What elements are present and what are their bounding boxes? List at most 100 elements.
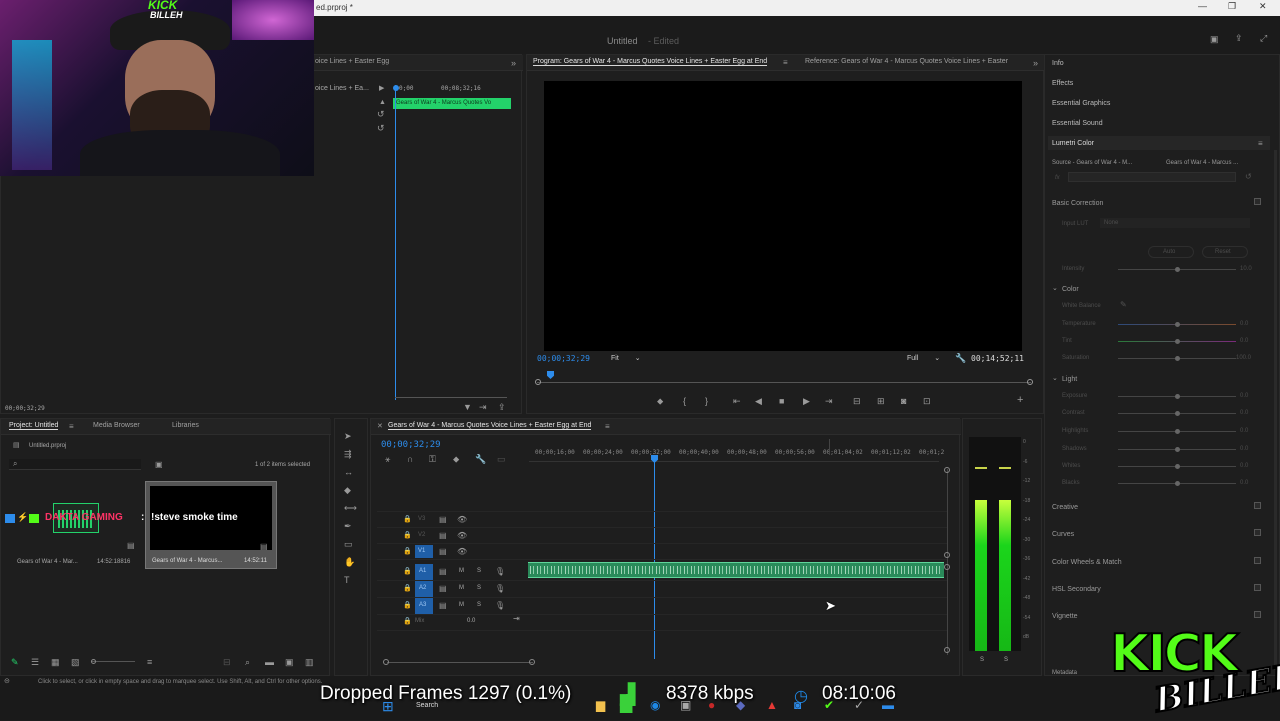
type-icon[interactable]: T xyxy=(344,575,350,585)
redo-icon[interactable]: ↺ xyxy=(377,123,385,133)
scrollbar-handle[interactable] xyxy=(944,552,950,558)
collapse-triangle-icon[interactable]: ▲ xyxy=(379,98,386,108)
slider-knob[interactable] xyxy=(1175,394,1180,399)
extract-icon[interactable]: ⊞ xyxy=(877,396,885,406)
scrollbar-handle[interactable] xyxy=(529,659,535,665)
workspace-icon[interactable]: ▣ xyxy=(1210,34,1219,44)
audio-clip[interactable] xyxy=(528,562,944,578)
panel-item-essential-graphics[interactable]: Essential Graphics xyxy=(1052,100,1110,107)
tint-slider[interactable] xyxy=(1118,339,1236,344)
go-to-in-icon[interactable]: ⇤ xyxy=(733,396,741,406)
program-playhead[interactable] xyxy=(547,371,554,379)
mute-button[interactable]: M xyxy=(459,568,464,574)
meter-solo-left[interactable]: S xyxy=(980,657,984,663)
microphone-icon[interactable]: 🎙 xyxy=(495,567,505,577)
lock-icon[interactable]: 🔒 xyxy=(403,531,412,541)
hsl-secondary-checkbox[interactable] xyxy=(1254,584,1261,591)
slider-knob[interactable] xyxy=(1175,322,1180,327)
expand-chevron-icon[interactable]: » xyxy=(1033,58,1038,68)
ripple-edit-icon[interactable]: ↔ xyxy=(344,467,353,477)
section-hsl-secondary[interactable]: HSL Secondary xyxy=(1052,586,1101,593)
minimize-button[interactable]: — xyxy=(1198,1,1207,11)
intensity-slider[interactable] xyxy=(1118,267,1236,272)
outlook-icon[interactable]: ◉ xyxy=(650,698,660,712)
shadows-slider[interactable] xyxy=(1118,447,1236,452)
track-label[interactable]: V3 xyxy=(415,513,433,526)
lock-icon[interactable]: 🔒 xyxy=(403,547,412,557)
source-tab[interactable]: oice Lines + Easter Egg xyxy=(315,58,389,65)
step-back-icon[interactable]: ◀ xyxy=(755,396,762,406)
solo-button[interactable]: S xyxy=(477,602,481,608)
rectangle-icon[interactable]: ▭ xyxy=(344,539,353,549)
new-bin-icon[interactable]: ▬ xyxy=(265,657,274,667)
trash-icon[interactable]: ▥ xyxy=(305,657,314,667)
export-icon[interactable]: ⇪ xyxy=(498,402,506,412)
tab-program[interactable]: Program: Gears of War 4 - Marcus Quotes … xyxy=(533,58,768,66)
menu-icon[interactable]: ≡ xyxy=(1258,139,1263,149)
icon-view-icon[interactable]: ▦ xyxy=(51,657,60,667)
hand-icon[interactable]: ✋ xyxy=(344,557,355,567)
pencil-icon[interactable]: ✎ xyxy=(11,657,19,667)
slider-knob[interactable] xyxy=(1175,481,1180,486)
lock-icon[interactable]: 🔒 xyxy=(403,567,412,577)
filter-icon[interactable]: ▼ xyxy=(463,402,472,412)
menu-icon[interactable]: ≡ xyxy=(69,422,74,432)
go-to-end-icon[interactable]: ⇥ xyxy=(513,614,520,624)
zoom-slider[interactable] xyxy=(91,659,135,664)
section-creative[interactable]: Creative xyxy=(1052,504,1078,511)
auto-button[interactable]: Auto xyxy=(1148,246,1194,258)
project-item-name[interactable]: Gears of War 4 - Mar... xyxy=(17,559,78,565)
share-icon[interactable]: ⇪ xyxy=(1235,33,1243,43)
source-scrollbar[interactable] xyxy=(395,397,507,398)
freeform-view-icon[interactable]: ▧ xyxy=(71,657,80,667)
exposure-slider[interactable] xyxy=(1118,394,1236,399)
track-select-icon[interactable]: ⇶ xyxy=(344,449,352,459)
eye-icon[interactable]: 👁 xyxy=(457,531,467,541)
curves-checkbox[interactable] xyxy=(1254,529,1261,536)
scrollbar-handle[interactable] xyxy=(944,564,950,570)
undo-icon[interactable]: ↺ xyxy=(377,109,385,119)
play-triangle-icon[interactable]: ▶ xyxy=(379,84,384,94)
vignette-checkbox[interactable] xyxy=(1254,611,1261,618)
mute-button[interactable]: M xyxy=(459,602,464,608)
find-icon[interactable]: ⌕ xyxy=(245,657,250,667)
film-icon[interactable]: ▤ xyxy=(439,515,447,525)
color-wheels-checkbox[interactable] xyxy=(1254,557,1261,564)
mark-out-icon[interactable]: } xyxy=(705,396,708,406)
mark-in-icon[interactable]: { xyxy=(683,396,686,406)
add-button-icon[interactable]: + xyxy=(1017,395,1023,406)
folder-icon[interactable]: ▆ xyxy=(596,698,605,712)
stop-icon[interactable]: ■ xyxy=(779,396,784,406)
list-view-icon[interactable]: ☰ xyxy=(31,657,39,667)
panel-item-info[interactable]: Info xyxy=(1052,60,1064,67)
panel-item-lumetri-color[interactable]: Lumetri Color xyxy=(1052,140,1094,147)
lumetri-source-label[interactable]: Source - Gears of War 4 - M... xyxy=(1052,160,1132,166)
eye-icon[interactable]: 👁 xyxy=(457,547,467,557)
microphone-icon[interactable]: 🎙 xyxy=(495,601,505,611)
section-curves[interactable]: Curves xyxy=(1052,531,1074,538)
slip-icon[interactable]: ⟷ xyxy=(344,503,357,513)
section-color-wheels[interactable]: Color Wheels & Match xyxy=(1052,559,1122,566)
lumetri-scrollbar[interactable] xyxy=(1274,150,1277,670)
meter-solo-right[interactable]: S xyxy=(1004,657,1008,663)
basic-correction-checkbox[interactable] xyxy=(1254,198,1261,205)
go-to-out-icon[interactable]: ⇥ xyxy=(825,396,833,406)
mute-button[interactable]: M xyxy=(459,585,464,591)
pen-icon[interactable]: ✒ xyxy=(344,521,352,531)
microphone-icon[interactable]: 🎙 xyxy=(495,584,505,594)
fullscreen-icon[interactable]: ⤢ xyxy=(1260,33,1267,43)
panel-item-essential-sound[interactable]: Essential Sound xyxy=(1052,120,1103,127)
slider-knob[interactable] xyxy=(1175,447,1180,452)
quality-select[interactable]: Full ⌄ xyxy=(907,354,940,362)
scrubber-start-handle[interactable] xyxy=(535,379,541,385)
highlights-slider[interactable] xyxy=(1118,429,1236,434)
lock-icon[interactable]: 🔒 xyxy=(403,601,412,611)
tab-libraries[interactable]: Libraries xyxy=(172,422,199,429)
expand-chevron-icon[interactable]: » xyxy=(511,58,516,68)
lock-icon[interactable]: 🔒 xyxy=(403,584,412,594)
film-icon[interactable]: ▤ xyxy=(439,531,447,541)
scrollbar-handle[interactable] xyxy=(944,647,950,653)
scrollbar-handle[interactable] xyxy=(944,467,950,473)
program-scrubber[interactable] xyxy=(537,382,1031,383)
lock-icon[interactable]: 🔒 xyxy=(403,515,412,525)
